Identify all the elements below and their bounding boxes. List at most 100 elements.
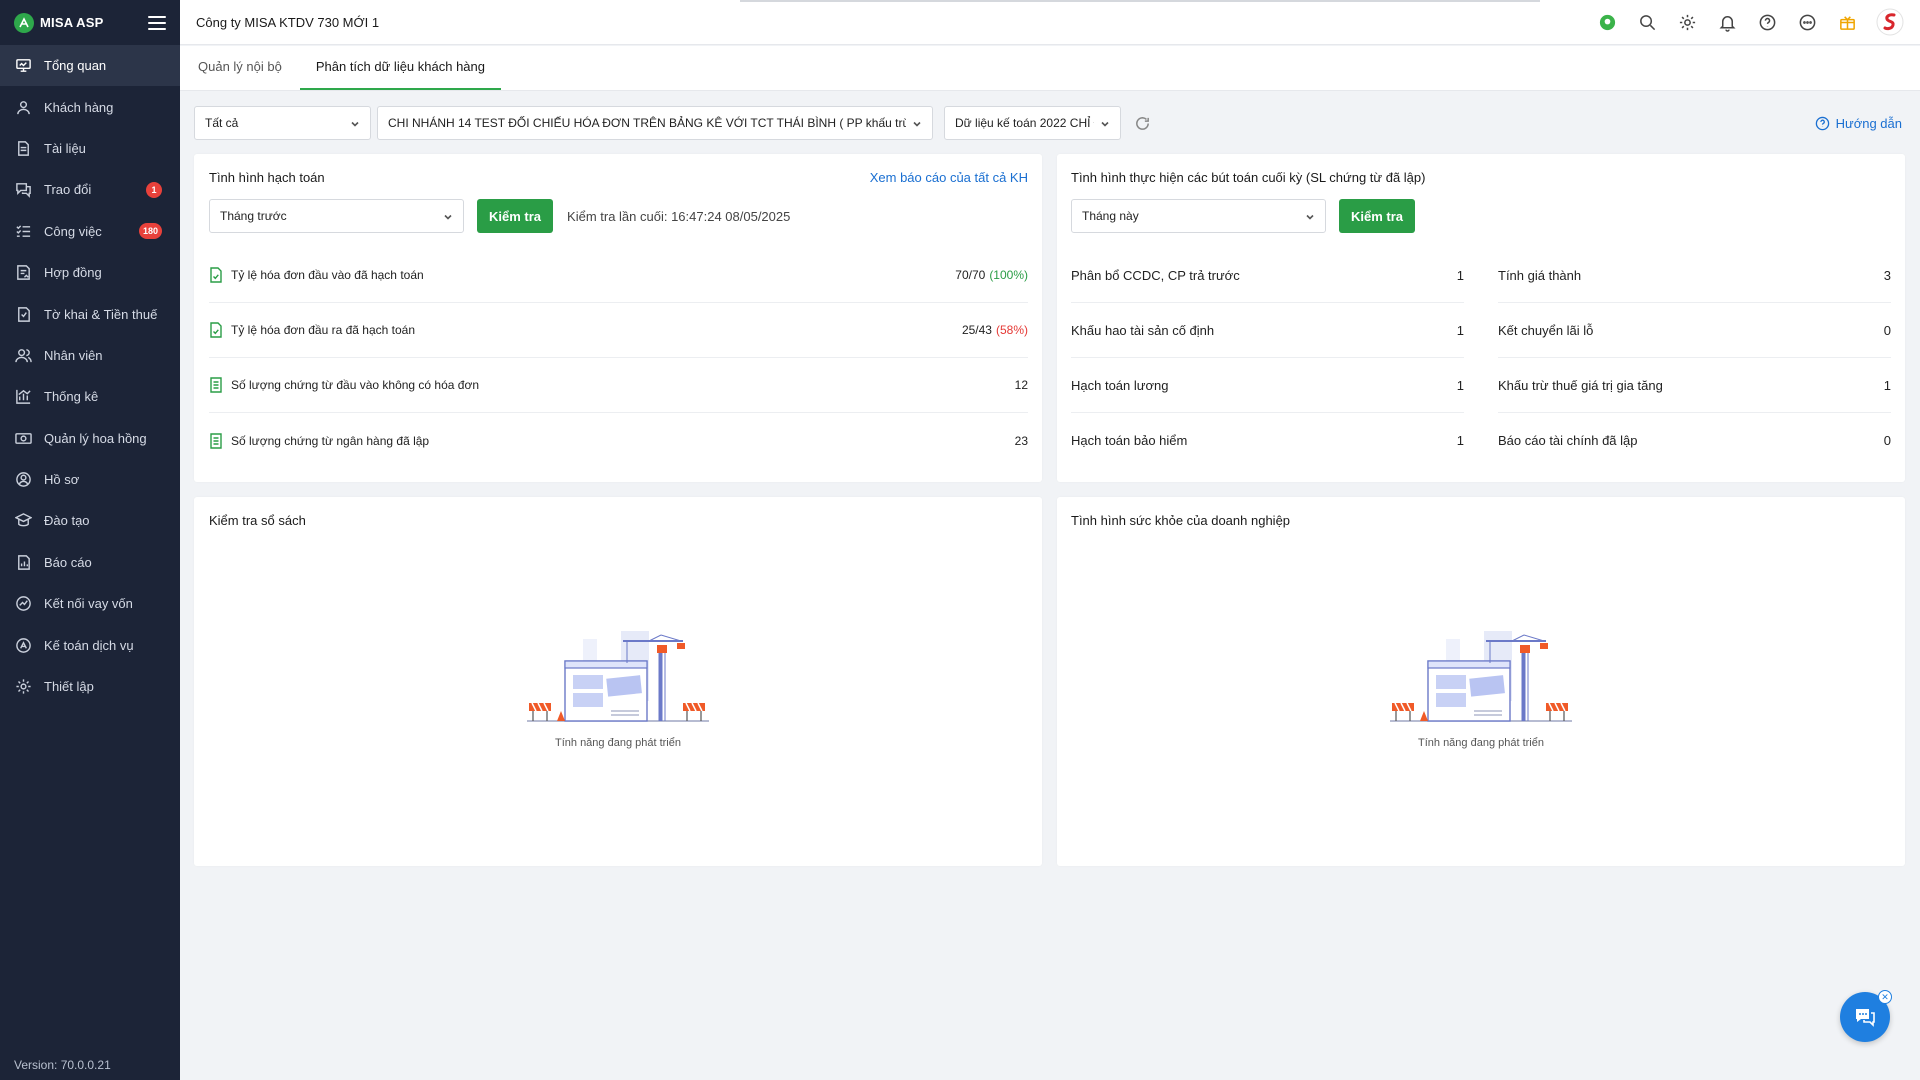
- sidebar-item-label: Quản lý hoa hồng: [44, 430, 147, 446]
- sidebar-item-tong-quan[interactable]: Tổng quan: [0, 45, 180, 87]
- sidebar-item-label: Đào tạo: [44, 513, 90, 529]
- metric-label: Tỷ lệ hóa đơn đầu ra đã hạch toán: [231, 323, 415, 337]
- entry-label: Báo cáo tài chính đã lập: [1498, 433, 1638, 448]
- sidebar-item-nhan-vien[interactable]: Nhân viên: [0, 335, 180, 376]
- period-value: Tháng trước: [220, 209, 287, 223]
- tab-bar: Quản lý nội bộ Phân tích dữ liệu khách h…: [180, 46, 1920, 91]
- sidebar-item-trao-doi[interactable]: Trao đổi 1: [0, 169, 180, 210]
- sidebar-item-ho-so[interactable]: Hồ sơ: [0, 459, 180, 500]
- metric-row: Số lượng chứng từ ngân hàng đã lập 23: [209, 413, 1028, 468]
- scope-select[interactable]: Tất cả: [194, 106, 371, 140]
- sidebar-item-label: Tài liệu: [44, 140, 86, 156]
- chevron-down-icon: [350, 118, 360, 128]
- entry-row: Hạch toán bảo hiểm 1: [1071, 413, 1464, 468]
- entry-count[interactable]: 1: [1457, 268, 1464, 283]
- filter-bar: Tất cả CHI NHÁNH 14 TEST ĐỐI CHIẾU HÓA Đ…: [194, 106, 1902, 140]
- sidebar-item-thong-ke[interactable]: Thống kê: [0, 376, 180, 417]
- misa-logo-icon[interactable]: [14, 12, 34, 33]
- sidebar-item-hop-dong[interactable]: Hợp đồng: [0, 252, 180, 293]
- entry-count[interactable]: 3: [1884, 268, 1891, 283]
- card-title: Tình hình hạch toán: [209, 170, 325, 185]
- invoice-check-icon: [209, 267, 223, 283]
- refresh-icon[interactable]: [1131, 112, 1153, 134]
- entry-row: Phân bổ CCDC, CP trả trước 1: [1071, 248, 1464, 303]
- chat-support-button[interactable]: ✕: [1840, 990, 1892, 1042]
- gear-icon[interactable]: [1676, 11, 1698, 33]
- entry-count[interactable]: 1: [1884, 378, 1891, 393]
- sidebar-item-label: Công việc: [44, 223, 102, 239]
- accounting-check-button[interactable]: Kiểm tra: [477, 199, 554, 233]
- period-end-select[interactable]: Tháng này: [1071, 199, 1326, 233]
- bell-icon[interactable]: [1716, 11, 1738, 33]
- under-construction: Tính năng đang phát triển: [523, 625, 713, 749]
- more-icon[interactable]: [1796, 11, 1818, 33]
- metric-row: Tỷ lệ hóa đơn đầu vào đã hạch toán 70/70…: [209, 248, 1028, 303]
- metric-value[interactable]: 25/43: [962, 323, 992, 337]
- business-health-card: Tình hình sức khỏe của doanh nghiệp Tính…: [1057, 497, 1905, 866]
- metric-value[interactable]: 70/70: [955, 268, 985, 282]
- sidebar-item-bao-cao[interactable]: Báo cáo: [0, 542, 180, 583]
- metric-value[interactable]: 12: [1015, 378, 1028, 392]
- notification-badge: 1: [146, 181, 162, 198]
- entry-count[interactable]: 0: [1884, 323, 1891, 338]
- help-icon[interactable]: [1756, 11, 1778, 33]
- sidebar-item-label: Báo cáo: [44, 554, 92, 570]
- sidebar-item-khach-hang[interactable]: Khách hàng: [0, 86, 180, 127]
- accounting-period-select[interactable]: Tháng trước: [209, 199, 464, 233]
- sidebar-item-hoa-hong[interactable]: Quản lý hoa hồng: [0, 418, 180, 459]
- sidebar-item-cong-viec[interactable]: Công việc 180: [0, 211, 180, 252]
- period-end-entries-card: Tình hình thực hiện các bút toán cuối kỳ…: [1057, 154, 1905, 482]
- period-value: Tháng này: [1082, 209, 1139, 223]
- entry-count[interactable]: 1: [1457, 323, 1464, 338]
- guide-link[interactable]: Hướng dẫn: [1815, 116, 1902, 131]
- entry-count[interactable]: 1: [1457, 378, 1464, 393]
- sidebar-nav: Tổng quan Khách hàng Tài liệu Trao đổi 1…: [0, 45, 180, 707]
- card-title: Tình hình sức khỏe của doanh nghiệp: [1071, 513, 1291, 528]
- entry-label: Kết chuyển lãi lỗ: [1498, 322, 1594, 338]
- close-icon[interactable]: ✕: [1878, 990, 1892, 1004]
- document-icon: [14, 139, 32, 157]
- period-end-check-button[interactable]: Kiểm tra: [1339, 199, 1416, 233]
- gift-icon[interactable]: [1836, 11, 1858, 33]
- card-title: Tình hình thực hiện các bút toán cuối kỳ: [1071, 170, 1303, 185]
- metric-row: Số lượng chứng từ đầu vào không có hóa đ…: [209, 358, 1028, 413]
- sidebar-item-vay-von[interactable]: Kết nối vay vốn: [0, 583, 180, 624]
- chat-bubble-icon: [1856, 1009, 1875, 1027]
- brand: MISA ASP: [0, 0, 180, 45]
- entry-row: Kết chuyển lãi lỗ 0: [1498, 303, 1891, 358]
- entry-label: Phân bổ CCDC, CP trả trước: [1071, 267, 1240, 283]
- company-name[interactable]: Công ty MISA KTDV 730 MỚI 1: [196, 15, 1596, 30]
- metric-value[interactable]: 23: [1015, 434, 1028, 448]
- branch-select[interactable]: CHI NHÁNH 14 TEST ĐỐI CHIẾU HÓA ĐƠN TRÊN…: [377, 106, 933, 140]
- sidebar-item-ke-toan-dich-vu[interactable]: Kế toán dịch vụ: [0, 624, 180, 665]
- sidebar-item-dao-tao[interactable]: Đào tạo: [0, 500, 180, 541]
- sidebar-item-thiet-lap[interactable]: Thiết lập: [0, 666, 180, 707]
- view-all-reports-link[interactable]: Xem báo cáo của tất cả KH: [870, 170, 1028, 185]
- entry-row: Tính giá thành 3: [1498, 248, 1891, 303]
- search-icon[interactable]: [1636, 11, 1658, 33]
- contract-icon: [14, 264, 32, 282]
- menu-toggle-icon[interactable]: [148, 15, 166, 30]
- entry-row: Khấu trừ thuế giá trị gia tăng 1: [1498, 358, 1891, 413]
- sidebar-item-label: Hồ sơ: [44, 472, 80, 488]
- dataset-select[interactable]: Dữ liệu kế toán 2022 CHỈ ĐỂ TEST: [944, 106, 1121, 140]
- sidebar-item-tai-lieu[interactable]: Tài liệu: [0, 128, 180, 169]
- accounting-service-icon: [14, 636, 32, 654]
- ai-assistant-icon[interactable]: [1596, 11, 1618, 33]
- entry-row: Báo cáo tài chính đã lập 0: [1498, 413, 1891, 468]
- entry-label: Hạch toán lương: [1071, 377, 1169, 393]
- guide-label: Hướng dẫn: [1835, 115, 1902, 131]
- entry-count[interactable]: 0: [1884, 433, 1891, 448]
- entry-label: Khấu hao tài sản cố định: [1071, 322, 1215, 338]
- voucher-icon: [209, 377, 223, 393]
- statistics-icon: [14, 388, 32, 406]
- avatar[interactable]: [1876, 8, 1904, 36]
- entry-count[interactable]: 1: [1457, 433, 1464, 448]
- sidebar-item-to-khai[interactable]: Tờ khai & Tiền thuế: [0, 293, 180, 334]
- period-end-right-column: Tính giá thành 3 Kết chuyển lãi lỗ 0 Khấu …: [1498, 248, 1891, 468]
- tab-quan-ly-noi-bo[interactable]: Quản lý nội bộ: [198, 45, 298, 90]
- tab-phan-tich-du-lieu[interactable]: Phân tích dữ liệu khách hàng: [299, 45, 501, 90]
- accounting-metrics: Tỷ lệ hóa đơn đầu vào đã hạch toán 70/70…: [209, 248, 1028, 468]
- loan-icon: [14, 595, 32, 613]
- sidebar-item-label: Hợp đồng: [44, 265, 102, 281]
